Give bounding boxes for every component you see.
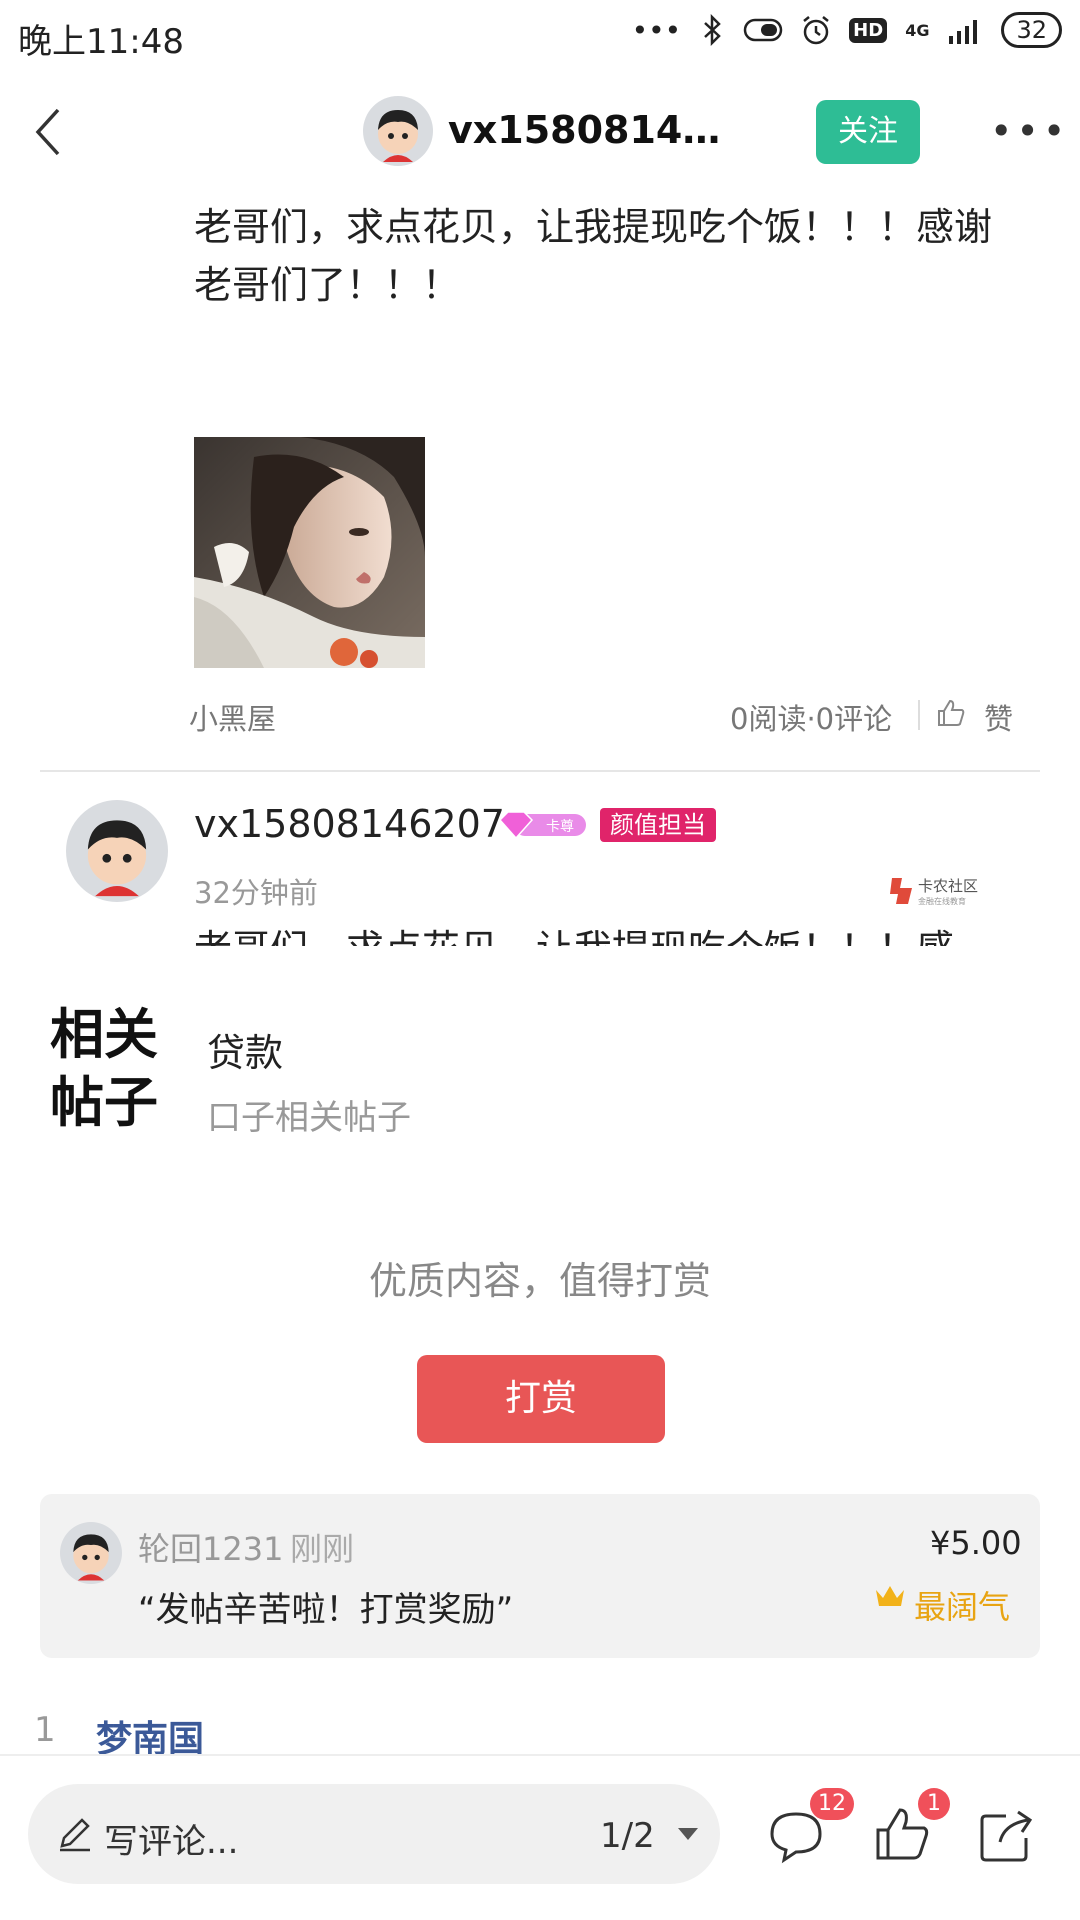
post-section[interactable]: 小黑屋	[189, 696, 276, 738]
diamond-vip-icon: 卡尊	[498, 811, 586, 840]
hd-icon: HD	[849, 17, 888, 43]
reward-button[interactable]: 打赏	[417, 1355, 665, 1443]
reward-message: “发帖辛苦啦！打赏奖励”	[138, 1590, 514, 1630]
reward-prompt: 优质内容，值得打赏	[368, 1259, 711, 1303]
post-image[interactable]	[194, 437, 425, 668]
post-text-preview-line: 老哥们，求点花贝，让我提现吃个饭！！！感	[194, 920, 1024, 946]
bluetooth-icon	[704, 14, 721, 46]
post-text-preview: 老哥们，求点花贝，让我提现吃个饭！！！感	[194, 920, 1024, 946]
related-posts-title: 相关帖子	[50, 1002, 158, 1134]
toggle-icon	[743, 18, 783, 42]
author-avatar[interactable]	[66, 800, 168, 902]
back-arrow-icon[interactable]	[26, 102, 76, 162]
reward-card	[40, 1494, 1040, 1658]
reward-title: 最阔气	[914, 1588, 1011, 1626]
header-avatar[interactable]	[363, 96, 433, 166]
status-icons: ••• HD 4G 32	[632, 12, 1062, 48]
reward-user-name[interactable]: 轮回1231	[138, 1524, 283, 1570]
battery-icon: 32	[1001, 12, 1062, 48]
status-time: 晚上11:48	[18, 22, 184, 62]
post-stats: 0阅读·0评论	[730, 702, 893, 736]
post-text: 老哥们，求点花贝，让我提现吃个饭！！！感谢老哥们了！！！	[194, 205, 993, 307]
vip-badge-label: 卡尊	[546, 818, 574, 835]
signal-icon	[949, 20, 978, 44]
post-time: 32分钟前	[194, 876, 318, 910]
reward-time: 刚刚	[290, 1530, 355, 1568]
share-icon[interactable]	[976, 1808, 1036, 1864]
header-username[interactable]: vx158081462...	[448, 108, 728, 152]
community-logo: 卡农社区 金融在线教育	[890, 877, 978, 906]
chevron-down-icon[interactable]	[676, 1826, 700, 1842]
reward-amount: ¥5.00	[930, 1524, 1022, 1562]
network-label: 4G	[905, 20, 930, 40]
pencil-icon	[60, 1818, 90, 1852]
related-heading[interactable]: 贷款	[207, 1022, 283, 1077]
post-detail-screen: 晚上11:48 ••• HD 4G 32 vx158081462... 关注 •…	[0, 0, 1080, 1920]
watermark-sub: 金融在线教育	[918, 896, 966, 906]
more-dots-icon[interactable]: •••	[990, 112, 1069, 150]
author-username[interactable]: vx15808146207	[194, 802, 505, 846]
alarm-icon	[803, 16, 829, 45]
like-count-badge: 1	[918, 1788, 950, 1820]
follow-button[interactable]: 关注	[816, 100, 920, 164]
comment-placeholder[interactable]: 写评论...	[104, 1814, 238, 1863]
divider	[918, 700, 920, 730]
page-indicator[interactable]: 1/2	[600, 1816, 655, 1856]
floor-number: 1	[34, 1710, 56, 1750]
crown-icon	[876, 1586, 904, 1606]
user-tag-badge: 颜值担当	[600, 808, 716, 842]
reward-user-avatar[interactable]	[60, 1522, 122, 1584]
related-subtitle[interactable]: 口子相关帖子	[207, 1090, 411, 1139]
thumbs-up-icon[interactable]	[936, 698, 966, 728]
comment-count-badge: 12	[810, 1788, 854, 1820]
divider	[40, 770, 1040, 772]
status-dots: •••	[631, 13, 682, 47]
like-label[interactable]: 赞	[984, 696, 1013, 738]
watermark-text: 卡农社区	[918, 877, 978, 895]
